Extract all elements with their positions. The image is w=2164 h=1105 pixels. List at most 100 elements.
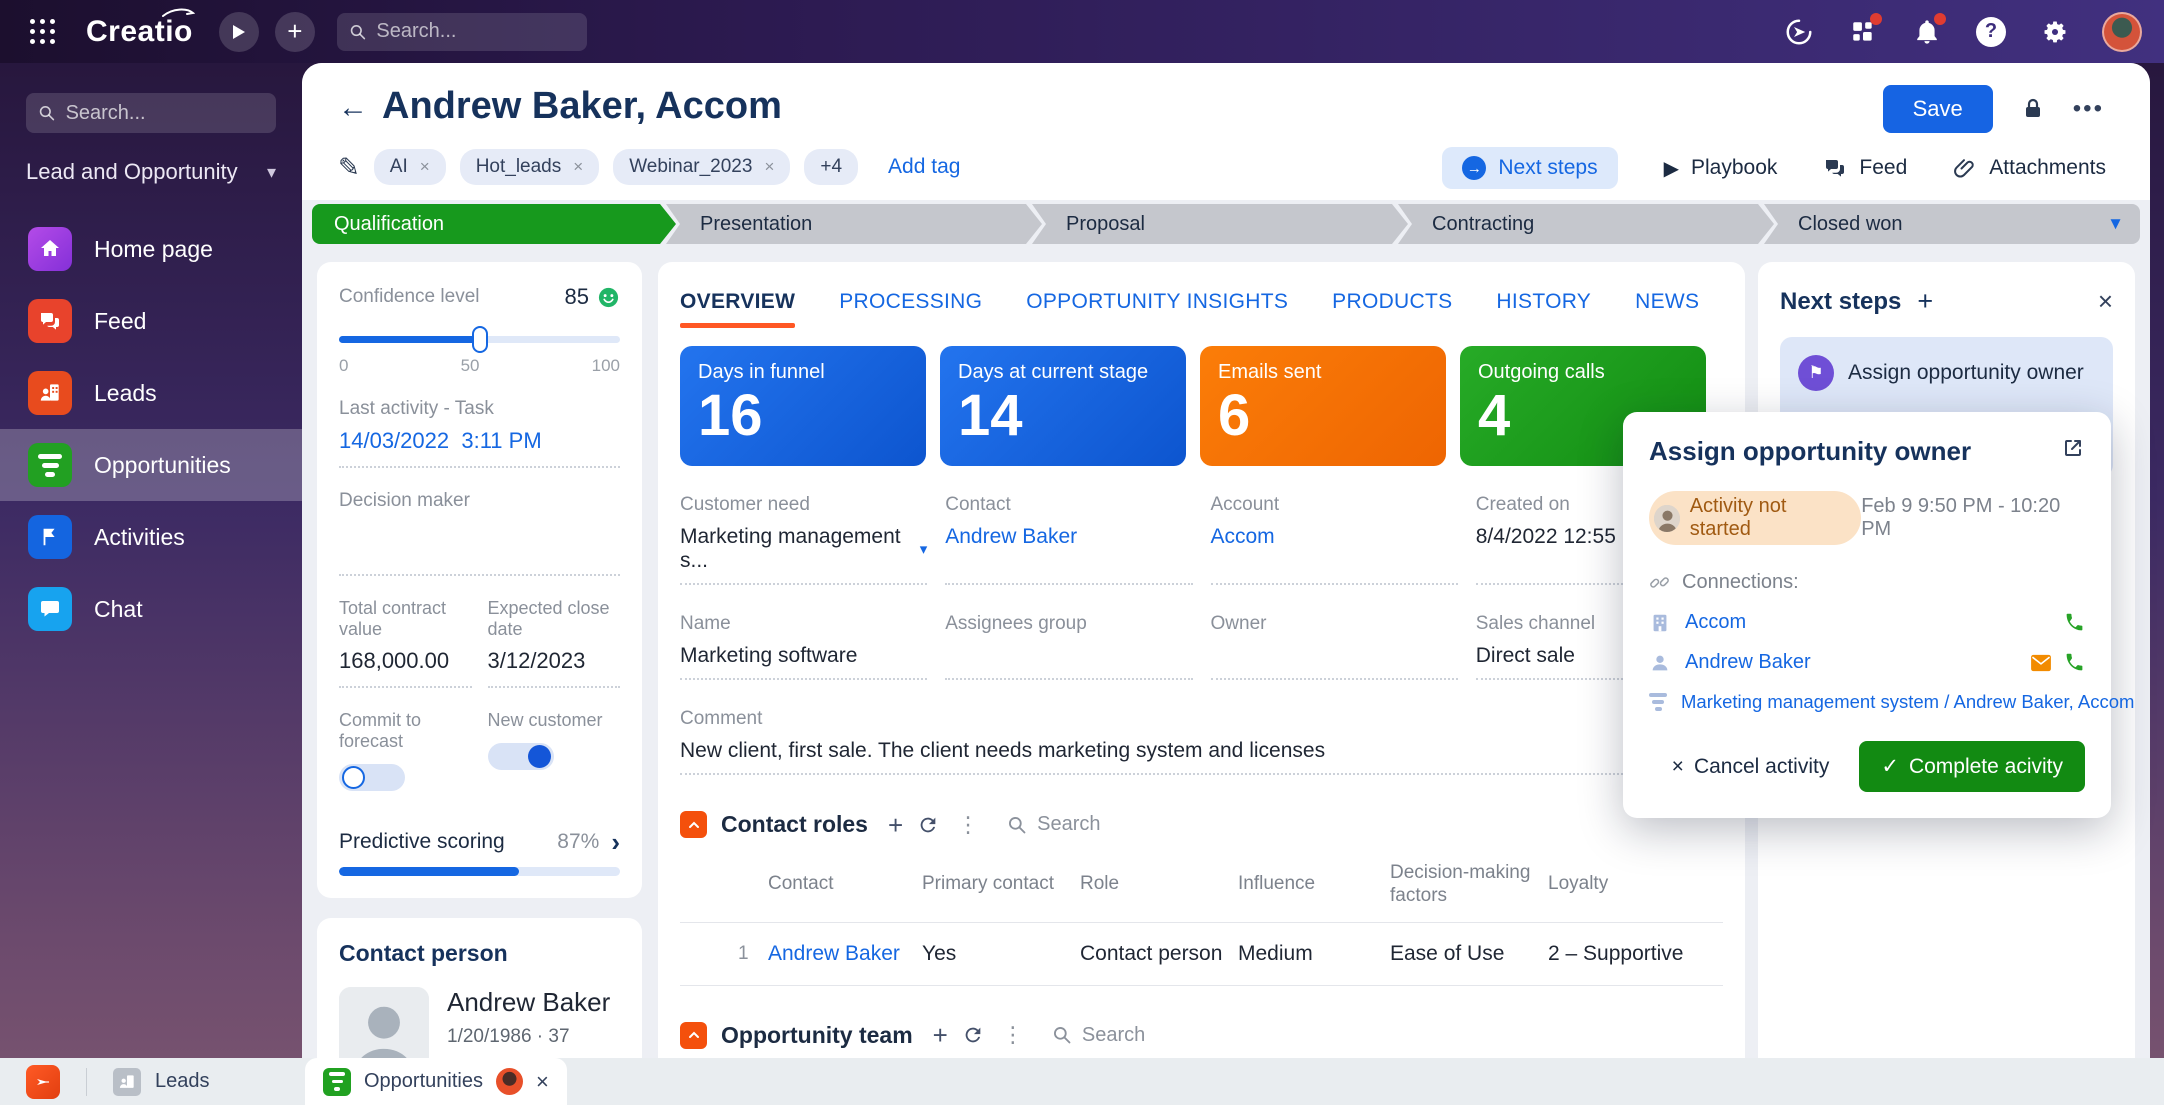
total-contract-value-field[interactable]: Total contract value 168,000.00 (339, 598, 472, 688)
notifications-bell-icon[interactable] (1910, 15, 1944, 49)
more-tags-pill[interactable]: +4 (804, 149, 858, 185)
slider-handle[interactable] (472, 326, 488, 353)
contact-link[interactable]: Andrew Baker (945, 525, 1192, 549)
collapse-chevron-icon[interactable] (680, 811, 707, 838)
owner-field[interactable]: Owner (1211, 613, 1458, 680)
pulse-icon[interactable] (1782, 15, 1816, 49)
table-row[interactable]: 1 Andrew Baker Yes Contact person Medium… (680, 923, 1723, 986)
phone-icon[interactable] (2064, 652, 2085, 673)
remove-tag-icon[interactable]: × (764, 157, 774, 177)
tab-processing[interactable]: PROCESSING (839, 290, 982, 328)
name-field[interactable]: Name Marketing software (680, 613, 927, 680)
feed-button[interactable]: Feed (1823, 156, 1907, 180)
close-tab-icon[interactable]: × (536, 1069, 549, 1095)
kebab-menu-icon[interactable]: ⋮ (1002, 1022, 1024, 1048)
phone-icon[interactable] (2064, 612, 2085, 633)
global-search-input[interactable] (376, 20, 574, 43)
chevron-right-icon[interactable]: › (611, 829, 620, 855)
run-process-button[interactable] (219, 12, 259, 52)
user-avatar[interactable] (2102, 12, 2142, 52)
stage-qualification[interactable]: Qualification (312, 204, 676, 244)
sidebar-search[interactable] (26, 93, 276, 133)
stage-proposal[interactable]: Proposal (1032, 204, 1408, 244)
contact-name[interactable]: Andrew Baker (447, 987, 620, 1018)
lock-icon[interactable] (2021, 97, 2045, 121)
account-link[interactable]: Accom (1211, 525, 1458, 549)
add-record-button[interactable]: + (275, 12, 315, 52)
confidence-slider[interactable] (339, 326, 620, 352)
attachments-button[interactable]: Attachments (1953, 156, 2106, 180)
creatio-taskbar-icon[interactable] (26, 1065, 60, 1099)
contact-photo[interactable] (339, 987, 429, 1058)
refresh-icon[interactable] (917, 814, 939, 836)
tab-opportunity-insights[interactable]: OPPORTUNITY INSIGHTS (1026, 290, 1288, 328)
add-icon[interactable]: + (933, 1022, 948, 1048)
tag-pill[interactable]: Webinar_2023 × (613, 149, 790, 185)
tag-pill[interactable]: AI × (374, 149, 446, 185)
back-button[interactable]: ← (338, 91, 368, 125)
contact-field[interactable]: Contact Andrew Baker (945, 494, 1192, 585)
connection-contact[interactable]: Andrew Baker (1649, 651, 2085, 674)
add-step-icon[interactable]: + (1917, 288, 1933, 315)
tab-history[interactable]: HISTORY (1496, 290, 1591, 328)
contact-link[interactable]: Andrew Baker (768, 942, 922, 966)
add-icon[interactable]: + (888, 812, 903, 838)
marketplace-icon[interactable] (1846, 15, 1880, 49)
workspace-selector[interactable]: Lead and Opportunity ▾ (26, 159, 276, 185)
save-button[interactable]: Save (1883, 85, 1993, 133)
global-search[interactable] (337, 13, 587, 51)
sidebar-item-activities[interactable]: Activities (0, 501, 302, 573)
sidebar-item-home[interactable]: Home page (0, 213, 302, 285)
connection-opportunity[interactable]: Marketing management system / Andrew Bak… (1649, 691, 2085, 713)
decision-maker-field[interactable]: Decision maker (339, 490, 620, 576)
connection-account[interactable]: Accom (1649, 611, 2085, 634)
metric-emails-sent[interactable]: Emails sent 6 (1200, 346, 1446, 466)
open-record-icon[interactable] (2061, 436, 2085, 460)
envelope-icon[interactable] (2030, 654, 2052, 672)
cancel-activity-button[interactable]: × Cancel activity (1672, 755, 1830, 779)
account-field[interactable]: Account Accom (1211, 494, 1458, 585)
sidebar-item-feed[interactable]: Feed (0, 285, 302, 357)
close-icon[interactable]: × (2098, 286, 2113, 317)
sidebar-item-chat[interactable]: Chat (0, 573, 302, 645)
opportunity-team-search[interactable]: Search (1052, 1024, 1145, 1047)
last-activity-field[interactable]: Last activity - Task 14/03/2022 3:11 PM (339, 398, 620, 468)
settings-gear-icon[interactable] (2038, 15, 2072, 49)
tag-pencil-icon[interactable]: ✎ (338, 152, 360, 183)
remove-tag-icon[interactable]: × (573, 157, 583, 177)
add-tag-link[interactable]: Add tag (888, 155, 960, 179)
collapse-chevron-icon[interactable] (680, 1022, 707, 1049)
taskbar-opportunities-tab[interactable]: Opportunities × (305, 1058, 567, 1105)
sidebar-item-opportunities[interactable]: Opportunities (0, 429, 302, 501)
assignees-group-field[interactable]: Assignees group (945, 613, 1192, 680)
app-grid-icon[interactable] (30, 19, 56, 45)
tag-pill[interactable]: Hot_leads × (460, 149, 600, 185)
stage-closed-won[interactable]: Closed won ▼ (1764, 204, 2140, 244)
tab-news[interactable]: NEWS (1635, 290, 1699, 328)
chevron-down-icon[interactable]: ▾ (920, 540, 928, 558)
help-icon[interactable]: ? (1974, 15, 2008, 49)
more-actions-icon[interactable]: ••• (2073, 95, 2104, 123)
contact-roles-search[interactable]: Search (1007, 813, 1100, 836)
last-activity-value[interactable]: 14/03/2022 3:11 PM (339, 428, 620, 454)
predictive-scoring-row[interactable]: Predictive scoring 87% › (339, 829, 620, 855)
metric-days-in-funnel[interactable]: Days in funnel 16 (680, 346, 926, 466)
remove-tag-icon[interactable]: × (420, 157, 430, 177)
stage-contracting[interactable]: Contracting (1398, 204, 1774, 244)
complete-activity-button[interactable]: ✓ Complete acivity (1859, 741, 2085, 792)
tab-products[interactable]: PRODUCTS (1332, 290, 1452, 328)
chevron-down-icon[interactable]: ▼ (2107, 214, 2124, 234)
sidebar-search-input[interactable] (66, 102, 264, 125)
comment-field[interactable]: Comment New client, first sale. The clie… (680, 708, 1723, 775)
stage-presentation[interactable]: Presentation (666, 204, 1042, 244)
customer-need-field[interactable]: Customer need Marketing management s...▾ (680, 494, 927, 585)
status-badge[interactable]: Activity not started (1649, 491, 1861, 545)
new-customer-toggle[interactable] (488, 743, 554, 770)
refresh-icon[interactable] (962, 1024, 984, 1046)
commit-to-forecast-toggle[interactable] (339, 764, 405, 791)
kebab-menu-icon[interactable]: ⋮ (957, 812, 979, 838)
tab-overview[interactable]: OVERVIEW (680, 290, 795, 328)
taskbar-leads-tab[interactable]: Leads (113, 1068, 210, 1096)
playbook-button[interactable]: ▶ Playbook (1664, 156, 1778, 181)
sidebar-item-leads[interactable]: Leads (0, 357, 302, 429)
